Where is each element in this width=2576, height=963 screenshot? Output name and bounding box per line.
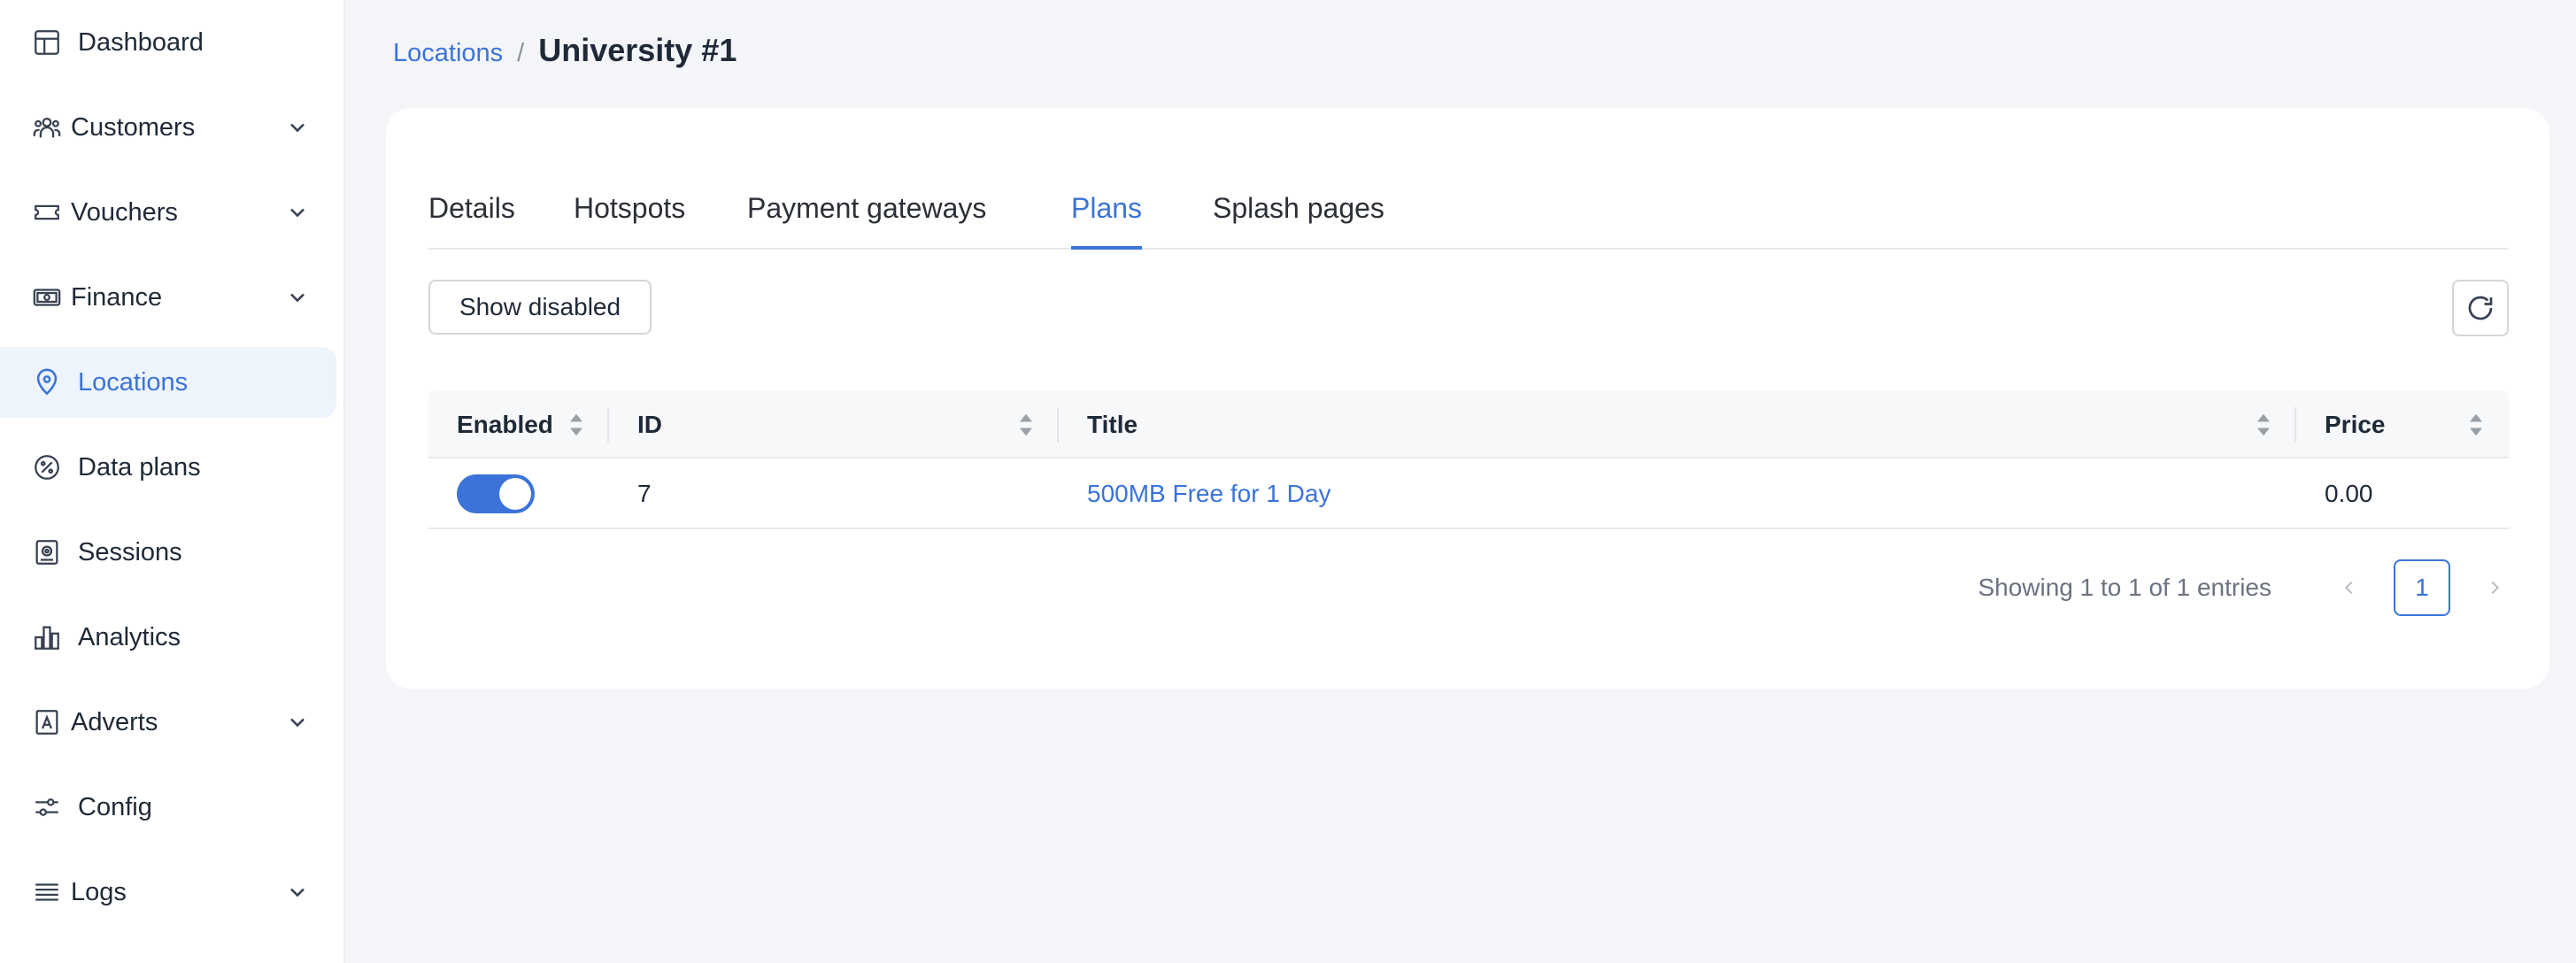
chevron-down-icon[interactable] [285, 200, 310, 225]
chevron-down-icon[interactable] [285, 115, 310, 140]
refresh-button[interactable] [2452, 280, 2509, 336]
tab-hotspots[interactable]: Hotspots [574, 161, 685, 250]
tab-bar: Details Hotspots Payment gateways Plans … [428, 161, 2509, 250]
sort-icon[interactable] [2468, 412, 2484, 437]
tab-payment-gateways[interactable]: Payment gateways [747, 161, 986, 250]
sidebar-item-config[interactable]: Config [0, 772, 336, 843]
column-label: ID [637, 411, 662, 438]
table-row: 7 500MB Free for 1 Day 0.00 [428, 458, 2509, 529]
plan-title-link[interactable]: 500MB Free for 1 Day [1059, 458, 2296, 529]
bar-chart-icon [32, 622, 62, 652]
sidebar-item-label: Customers [71, 112, 196, 142]
column-header-title[interactable]: Title [1059, 391, 2296, 458]
percent-badge-icon [32, 452, 62, 482]
chevron-down-icon[interactable] [285, 285, 310, 310]
sidebar-item-analytics[interactable]: Analytics [0, 602, 336, 673]
dashboard-icon [32, 27, 62, 58]
page-title: University #1 [538, 32, 737, 68]
sidebar-item-label: Locations [78, 367, 189, 397]
cash-icon [32, 282, 62, 312]
chevron-down-icon[interactable] [285, 710, 310, 735]
column-label: Title [1087, 411, 1138, 438]
breadcrumb: Locations / University #1 [393, 32, 737, 69]
sliders-icon [32, 792, 62, 822]
sidebar-item-finance[interactable]: Finance [0, 262, 336, 333]
sidebar-item-locations[interactable]: Locations [0, 347, 336, 418]
column-label: Enabled [457, 411, 553, 438]
breadcrumb-separator: / [517, 39, 525, 67]
enabled-toggle[interactable] [457, 474, 535, 513]
tab-splash-pages[interactable]: Splash pages [1213, 161, 1384, 250]
show-disabled-button[interactable]: Show disabled [428, 280, 652, 335]
id-cell: 7 [637, 480, 652, 507]
enabled-cell [428, 458, 609, 529]
sidebar-item-label: Vouchers [71, 197, 178, 227]
table-header: Enabled ID Title Price [428, 391, 2509, 458]
sort-icon[interactable] [2256, 412, 2271, 437]
list-icon [32, 877, 62, 907]
sidebar-item-customers[interactable]: Customers [0, 92, 336, 163]
session-icon [32, 537, 62, 567]
column-label: Price [2325, 411, 2386, 438]
sidebar-item-adverts[interactable]: Adverts [0, 687, 336, 758]
sidebar-item-logs[interactable]: Logs [0, 857, 336, 928]
ticket-icon [32, 197, 62, 227]
plans-table: Enabled ID Title Price 7 500MB Free for … [428, 391, 2509, 529]
sidebar-item-data-plans[interactable]: Data plans [0, 432, 336, 503]
price-cell: 0.00 [2325, 480, 2373, 507]
refresh-icon [2468, 296, 2493, 320]
chevron-left-icon[interactable] [2337, 575, 2362, 600]
sort-icon[interactable] [1018, 412, 1034, 437]
tab-details[interactable]: Details [428, 161, 515, 250]
sidebar: Dashboard Customers Vouchers Finance Loc… [0, 0, 345, 963]
sidebar-item-label: Finance [71, 282, 163, 312]
sort-icon[interactable] [568, 412, 584, 437]
column-header-price[interactable]: Price [2296, 391, 2509, 458]
sidebar-item-label: Adverts [71, 707, 158, 736]
sidebar-item-sessions[interactable]: Sessions [0, 517, 336, 588]
main-content: Locations / University #1 Details Hotspo… [345, 0, 2576, 963]
sidebar-item-label: Dashboard [78, 27, 204, 57]
sidebar-item-dashboard[interactable]: Dashboard [0, 7, 336, 78]
sidebar-item-label: Sessions [78, 537, 182, 566]
column-header-id[interactable]: ID [609, 391, 1059, 458]
chevron-down-icon[interactable] [285, 880, 310, 905]
toggle-knob [499, 478, 531, 510]
column-header-enabled[interactable]: Enabled [428, 391, 609, 458]
chevron-right-icon[interactable] [2482, 575, 2507, 600]
map-pin-icon [32, 367, 62, 397]
pagination: Showing 1 to 1 of 1 entries 1 [1978, 559, 2507, 616]
page-button-current[interactable]: 1 [2394, 559, 2450, 616]
users-icon [32, 112, 62, 143]
breadcrumb-link-locations[interactable]: Locations [393, 39, 503, 68]
advert-icon [32, 707, 62, 737]
sidebar-item-vouchers[interactable]: Vouchers [0, 177, 336, 248]
sidebar-item-label: Config [78, 792, 152, 821]
sidebar-item-label: Data plans [78, 452, 201, 482]
sidebar-item-label: Logs [71, 877, 127, 906]
pagination-summary: Showing 1 to 1 of 1 entries [1978, 574, 2271, 601]
location-card: Details Hotspots Payment gateways Plans … [386, 108, 2549, 689]
sidebar-item-label: Analytics [78, 622, 181, 651]
tab-plans[interactable]: Plans [1071, 161, 1143, 250]
